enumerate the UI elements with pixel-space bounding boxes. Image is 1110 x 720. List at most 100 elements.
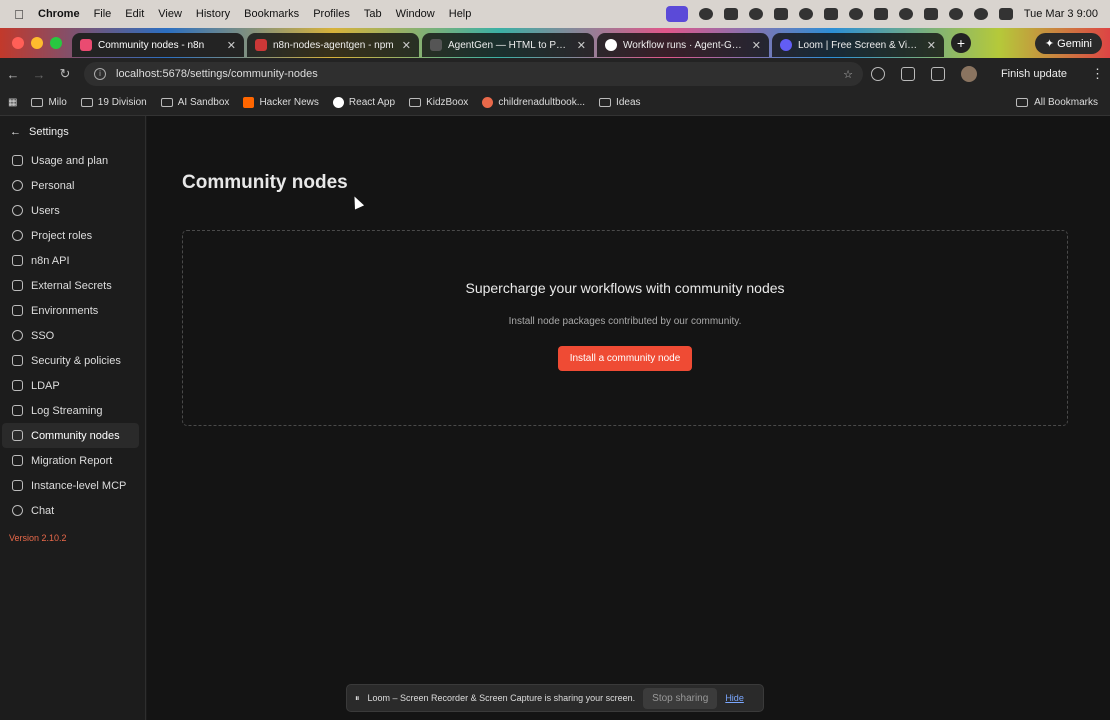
app-icon[interactable]	[748, 8, 763, 20]
gemini-button[interactable]: ✦ Gemini	[1034, 32, 1102, 54]
menu-window[interactable]: Window	[396, 8, 435, 20]
new-tab-button[interactable]: +	[951, 33, 971, 53]
finish-update-button[interactable]: Finish update	[993, 65, 1075, 83]
bookmark-ideas[interactable]: Ideas	[599, 97, 641, 108]
search-icon[interactable]	[973, 8, 988, 20]
sidebar-item-ldap[interactable]: LDAP	[2, 373, 139, 398]
screen-share-icon[interactable]	[665, 6, 688, 22]
sidebar-item-usage[interactable]: Usage and plan	[2, 148, 139, 173]
all-bookmarks[interactable]: All Bookmarks	[1016, 97, 1110, 108]
install-community-node-button[interactable]: Install a community node	[557, 346, 693, 371]
menu-profiles[interactable]: Profiles	[313, 8, 350, 20]
chat-icon	[12, 505, 23, 516]
menu-file[interactable]: File	[94, 8, 112, 20]
menu-edit[interactable]: Edit	[125, 8, 144, 20]
clock[interactable]: Tue Mar 3 9:00	[1024, 8, 1098, 20]
grid-icon[interactable]	[773, 8, 788, 20]
wifi-icon[interactable]	[948, 8, 963, 20]
menu-tab[interactable]: Tab	[364, 8, 382, 20]
sidebar-item-project-roles[interactable]: Project roles	[2, 223, 139, 248]
forward-icon[interactable]: →	[26, 67, 52, 82]
sidebar-item-label: LDAP	[31, 379, 60, 392]
settings-back-link[interactable]: ← Settings	[0, 116, 145, 148]
settings-sidebar: ← Settings Usage and plan Personal Users…	[0, 116, 146, 720]
minimize-window-icon[interactable]	[31, 37, 43, 49]
url-text[interactable]: localhost:5678/settings/community-nodes	[116, 68, 318, 80]
empty-state-description: Install node packages contributed by our…	[508, 316, 742, 327]
sidebar-item-external-secrets[interactable]: External Secrets	[2, 273, 139, 298]
cloud-icon[interactable]	[798, 8, 813, 20]
tab-loom[interactable]: Loom | Free Screen & Video R... ✕	[772, 33, 944, 57]
pause-icon[interactable]: ⏸	[355, 693, 360, 704]
bookmark-react-app[interactable]: React App	[332, 97, 395, 108]
gemini-label: Gemini	[1057, 37, 1092, 50]
menu-history[interactable]: History	[196, 8, 230, 20]
sidebar-item-n8n-api[interactable]: n8n API	[2, 248, 139, 273]
sidebar-item-chat[interactable]: Chat	[2, 498, 139, 523]
sidebar-item-label: Environments	[31, 304, 99, 317]
react-devtools-icon[interactable]	[870, 67, 885, 81]
sidebar-item-environments[interactable]: Environments	[2, 298, 139, 323]
sidebar-item-migration-report[interactable]: Migration Report	[2, 448, 139, 473]
sidebar-item-label: Community nodes	[31, 429, 120, 442]
sidebar-item-log-streaming[interactable]: Log Streaming	[2, 398, 139, 423]
tab-npm[interactable]: n8n-nodes-agentgen - npm ✕	[247, 33, 419, 57]
app-icon[interactable]	[723, 8, 738, 20]
zoom-icon[interactable]	[698, 8, 713, 20]
bookmark-childrenadultbook[interactable]: childrenadultbook...	[482, 97, 585, 108]
folder-icon	[80, 98, 93, 107]
keyboard-icon[interactable]	[873, 8, 888, 20]
bookmark-label: 19 Division	[97, 97, 147, 108]
sidebar-item-users[interactable]: Users	[2, 198, 139, 223]
bookmark-star-icon[interactable]: ☆	[843, 68, 853, 81]
sidebar-item-community-nodes[interactable]: Community nodes	[2, 423, 139, 448]
menu-help[interactable]: Help	[449, 8, 472, 20]
play-icon[interactable]	[848, 8, 863, 20]
stop-sharing-button[interactable]: Stop sharing	[643, 687, 718, 709]
site-info-icon[interactable]: i	[94, 68, 106, 80]
kebab-menu-icon[interactable]: ⋮	[1091, 66, 1104, 82]
menu-view[interactable]: View	[158, 8, 182, 20]
sidebar-item-personal[interactable]: Personal	[2, 173, 139, 198]
extensions-icon[interactable]	[900, 67, 915, 81]
maximize-window-icon[interactable]	[50, 37, 62, 49]
settings-back-label: Settings	[29, 126, 69, 138]
bookmark-milo[interactable]: Milo	[31, 97, 67, 108]
close-tab-icon[interactable]: ✕	[927, 39, 936, 52]
sidebar-item-sso[interactable]: SSO	[2, 323, 139, 348]
close-tab-icon[interactable]: ✕	[752, 39, 761, 52]
close-window-icon[interactable]	[12, 37, 24, 49]
address-bar[interactable]: i localhost:5678/settings/community-node…	[84, 62, 863, 86]
bluetooth-icon[interactable]	[823, 8, 838, 20]
tab-agentgen[interactable]: AgentGen — HTML to PDF & ... ✕	[422, 33, 594, 57]
bookmark-19-division[interactable]: 19 Division	[80, 97, 147, 108]
reload-icon[interactable]: ↻	[52, 66, 78, 82]
sidebar-item-label: n8n API	[31, 254, 70, 267]
profile-avatar[interactable]	[960, 66, 977, 82]
close-tab-icon[interactable]: ✕	[227, 39, 236, 52]
menu-app-name[interactable]: Chrome	[38, 8, 80, 20]
back-icon[interactable]: ←	[0, 67, 26, 82]
close-tab-icon[interactable]: ✕	[577, 39, 586, 52]
bookmark-kidzboox[interactable]: KidzBoox	[409, 97, 468, 108]
control-center-icon[interactable]	[998, 8, 1013, 20]
chart-icon	[12, 155, 23, 166]
user-icon[interactable]	[898, 8, 913, 20]
apps-grid-icon[interactable]: ▦	[8, 97, 17, 108]
tab-workflow-runs[interactable]: Workflow runs · Agent-Gen-... ✕	[597, 33, 769, 57]
menu-bookmarks[interactable]: Bookmarks	[244, 8, 299, 20]
sidebar-item-security[interactable]: Security & policies	[2, 348, 139, 373]
sidebar-item-instance-mcp[interactable]: Instance-level MCP	[2, 473, 139, 498]
hide-link[interactable]: Hide	[725, 693, 744, 703]
npm-favicon-icon	[255, 39, 267, 51]
sidebar-item-label: Security & policies	[31, 354, 121, 367]
bookmark-ai-sandbox[interactable]: AI Sandbox	[160, 97, 229, 108]
apple-icon[interactable]: 	[0, 7, 38, 22]
folder-icon	[409, 98, 422, 107]
cast-icon[interactable]	[930, 67, 945, 81]
tab-community-nodes[interactable]: Community nodes - n8n ✕	[72, 33, 244, 57]
list-icon	[12, 455, 23, 466]
battery-icon[interactable]	[923, 8, 938, 20]
bookmark-hacker-news[interactable]: Hacker News	[243, 97, 319, 108]
close-tab-icon[interactable]: ✕	[402, 39, 411, 52]
